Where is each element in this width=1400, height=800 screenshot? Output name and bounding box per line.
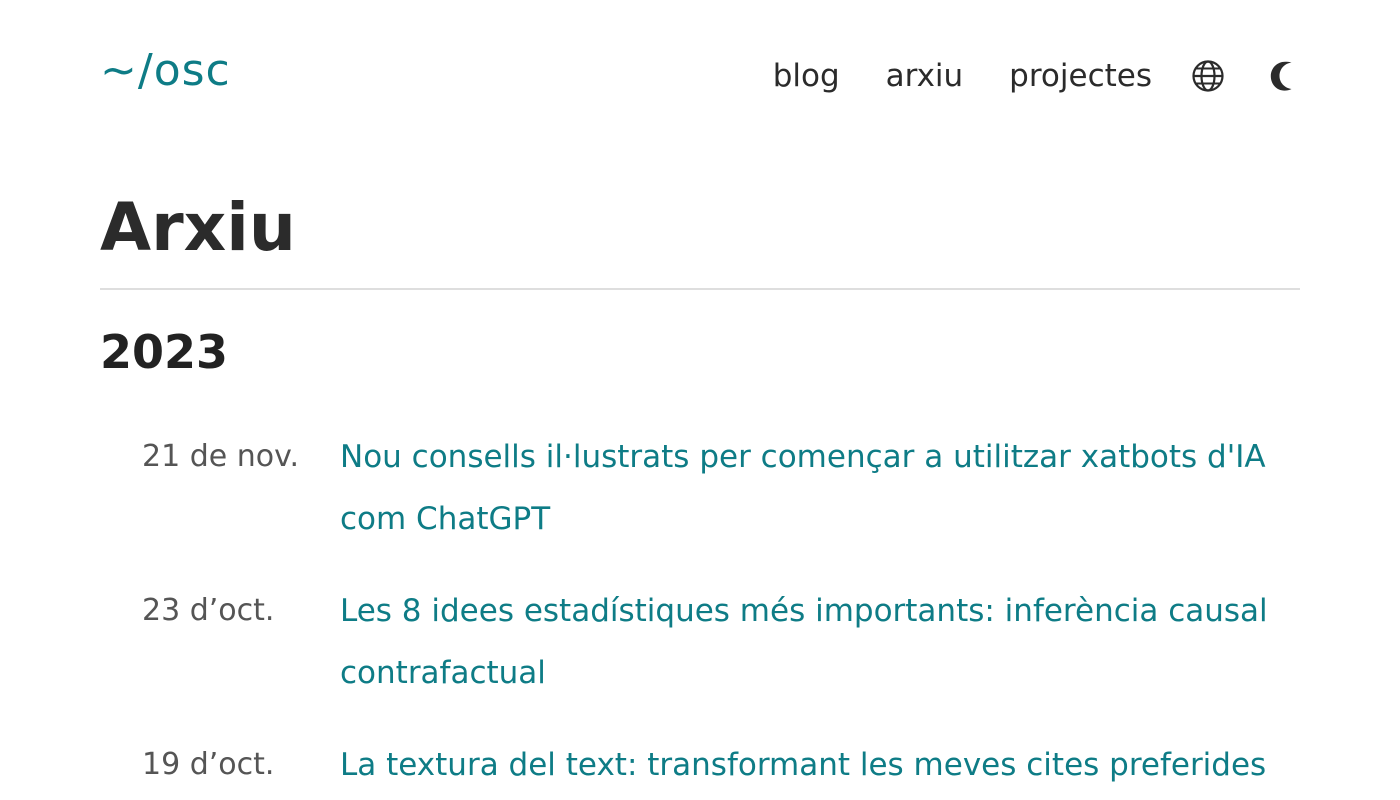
- nav-link-archive[interactable]: arxiu: [886, 54, 964, 98]
- page: ~/osc blog arxiu projectes Arxiu 2023 21…: [0, 0, 1400, 800]
- main-nav: blog arxiu projectes: [773, 54, 1300, 98]
- nav-link-projects[interactable]: projectes: [1009, 54, 1152, 98]
- globe-icon: [1192, 60, 1224, 92]
- language-button[interactable]: [1190, 58, 1226, 94]
- year-heading: 2023: [100, 325, 229, 379]
- nav-link-blog[interactable]: blog: [773, 54, 840, 98]
- post-list-item: 19 d’oct. La textura del text: transform…: [100, 734, 1300, 796]
- post-date: 23 d’oct.: [142, 593, 275, 628]
- post-list-item: 21 de nov. Nou consells il·lustrats per …: [100, 426, 1300, 550]
- theme-toggle-button[interactable]: [1264, 58, 1300, 94]
- post-list: 21 de nov. Nou consells il·lustrats per …: [100, 426, 1300, 800]
- post-title-link[interactable]: La textura del text: transformant les me…: [340, 734, 1300, 796]
- post-list-item: 23 d’oct. Les 8 idees estadístiques més …: [100, 580, 1300, 704]
- post-date: 19 d’oct.: [142, 747, 275, 782]
- site-header: ~/osc blog arxiu projectes: [100, 44, 1300, 108]
- title-divider: [100, 288, 1300, 290]
- site-logo-link[interactable]: ~/osc: [100, 44, 231, 98]
- post-date: 21 de nov.: [142, 439, 300, 474]
- post-title-link[interactable]: Nou consells il·lustrats per començar a …: [340, 426, 1300, 550]
- moon-icon: [1270, 61, 1292, 91]
- post-title-link[interactable]: Les 8 idees estadístiques més importants…: [340, 580, 1300, 704]
- page-title: Arxiu: [100, 189, 296, 266]
